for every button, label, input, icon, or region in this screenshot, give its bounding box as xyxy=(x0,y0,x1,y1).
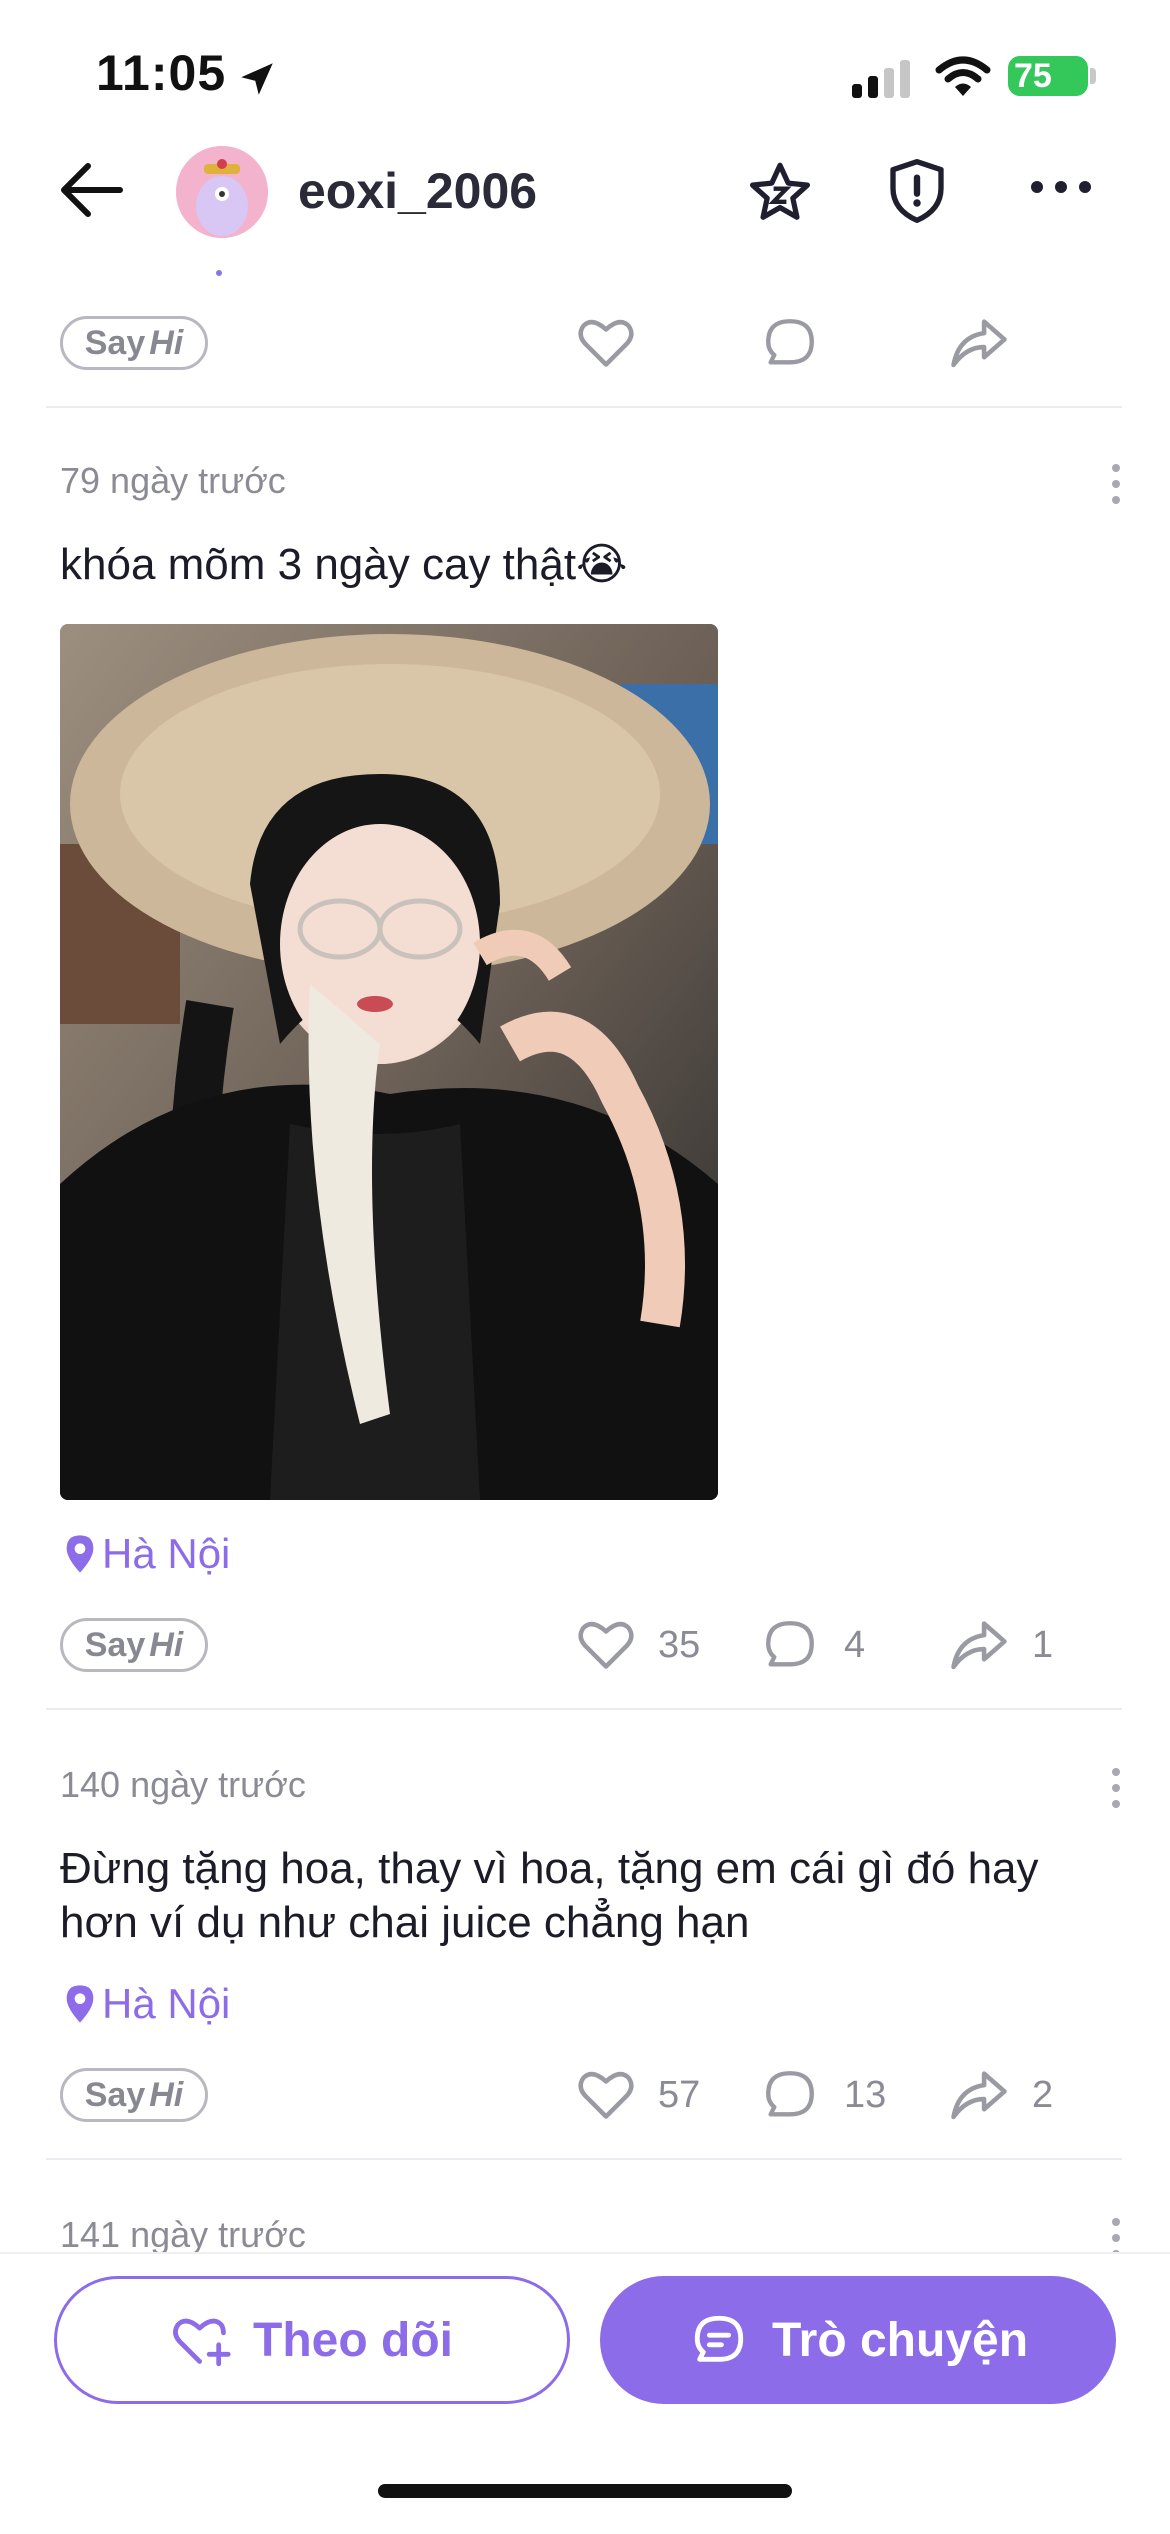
say-hi-button[interactable]: Say Hi xyxy=(60,2068,208,2122)
share-count: 1 xyxy=(1032,1624,1054,1666)
comment-icon[interactable] xyxy=(760,2066,820,2124)
battery-cap xyxy=(1090,68,1096,84)
avatar[interactable] xyxy=(176,146,268,238)
more-icon[interactable] xyxy=(1030,180,1092,194)
indicator-dot xyxy=(216,270,222,276)
say-hi-label: Say xyxy=(84,2075,146,2114)
say-hi-button[interactable]: Say Hi xyxy=(60,316,208,370)
post-photo[interactable] xyxy=(60,624,718,1500)
post-time: 79 ngày trước xyxy=(60,460,286,501)
wifi-icon xyxy=(935,56,991,96)
post-time: 141 ngày trước xyxy=(60,2214,306,2255)
back-arrow-icon[interactable] xyxy=(58,160,124,220)
post-text-line-1: Đừng tặng hoa, thay vì hoa, tặng em cái … xyxy=(60,1844,1039,1893)
post-time: 140 ngày trước xyxy=(60,1764,306,1805)
shield-icon[interactable] xyxy=(885,156,949,226)
post-location[interactable]: Hà Nội xyxy=(64,1980,230,2028)
say-hi-emphasis: Hi xyxy=(149,2075,184,2114)
say-hi-label: Say xyxy=(84,323,146,362)
heart-icon[interactable] xyxy=(576,2066,636,2122)
share-icon[interactable] xyxy=(948,314,1010,370)
share-count: 2 xyxy=(1032,2074,1054,2116)
comment-icon[interactable] xyxy=(760,314,820,372)
post-divider xyxy=(46,2158,1122,2160)
heart-plus-icon xyxy=(173,2318,231,2367)
chat-button[interactable]: Trò chuyện xyxy=(600,2276,1116,2404)
avatar-image xyxy=(176,146,268,238)
battery-level: 75 xyxy=(1014,57,1052,95)
post-options-icon[interactable] xyxy=(1112,464,1120,512)
location-pin-icon xyxy=(66,1535,94,1573)
location-label: Hà Nội xyxy=(102,1980,231,2027)
chat-label: Trò chuyện xyxy=(771,2313,1029,2367)
location-arrow-icon xyxy=(241,63,273,95)
say-hi-emphasis: Hi xyxy=(149,323,184,362)
username[interactable]: eoxi_2006 xyxy=(298,162,537,220)
signal-icon xyxy=(852,60,910,98)
home-indicator[interactable] xyxy=(378,2484,792,2498)
share-icon[interactable] xyxy=(948,2066,1010,2122)
chat-bubble-icon xyxy=(694,2315,744,2362)
follow-button[interactable]: Theo dõi xyxy=(54,2276,570,2404)
say-hi-emphasis: Hi xyxy=(149,1625,184,1664)
heart-icon[interactable] xyxy=(576,314,636,370)
photo-illustration xyxy=(60,624,718,1500)
comment-count: 4 xyxy=(844,1624,866,1666)
status-time: 11:05 xyxy=(96,45,227,101)
follow-label: Theo dõi xyxy=(253,2313,453,2367)
like-count: 35 xyxy=(658,1624,701,1666)
post-divider xyxy=(46,1708,1122,1710)
comment-icon[interactable] xyxy=(760,1616,820,1674)
battery-icon: 75 xyxy=(1008,56,1088,96)
star-icon[interactable] xyxy=(745,158,815,228)
heart-icon[interactable] xyxy=(576,1616,636,1672)
post-divider xyxy=(46,406,1122,408)
say-hi-label: Say xyxy=(84,1625,146,1664)
comment-count: 13 xyxy=(844,2074,887,2116)
like-count: 57 xyxy=(658,2074,701,2116)
post-text-line-2: hơn ví dụ như chai juice chẳng hạn xyxy=(60,1898,750,1947)
share-icon[interactable] xyxy=(948,1616,1010,1672)
post-text: khóa mõm 3 ngày cay thật😭 xyxy=(60,540,628,589)
post-options-icon[interactable] xyxy=(1112,1768,1120,1816)
location-label: Hà Nội xyxy=(102,1530,231,1577)
post-location[interactable]: Hà Nội xyxy=(64,1530,230,1578)
location-pin-icon xyxy=(66,1985,94,2023)
say-hi-button[interactable]: Say Hi xyxy=(60,1618,208,1672)
